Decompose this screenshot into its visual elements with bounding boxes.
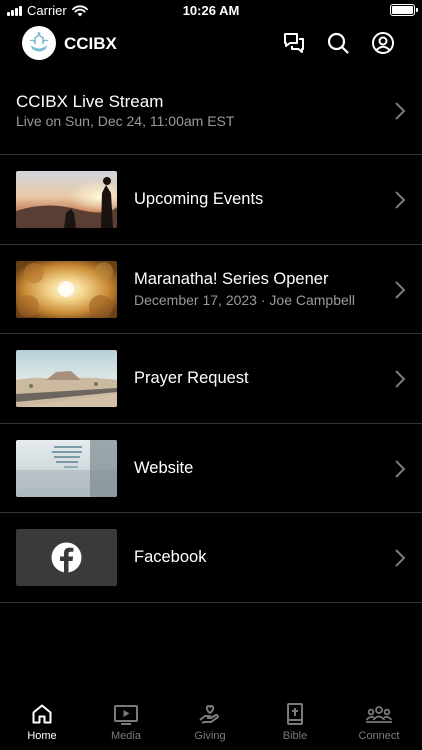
list-item-title: Prayer Request xyxy=(134,369,249,387)
list-item-title: Upcoming Events xyxy=(134,190,264,208)
live-stream-title: CCIBX Live Stream xyxy=(16,92,164,111)
list-item-title: Website xyxy=(134,458,194,477)
giving-hand-heart-icon xyxy=(199,705,219,724)
app-screen: Carrier 10:26 AM CCIBX CCIBX Live Stream… xyxy=(0,0,422,750)
tab-home[interactable]: Home xyxy=(0,702,84,750)
list-item-prayer-request[interactable]: Prayer Request xyxy=(0,334,422,424)
app-header: CCIBX xyxy=(0,24,422,64)
tab-connect[interactable]: Connect xyxy=(337,702,421,750)
bible-icon xyxy=(287,703,303,725)
clouds-light-thumbnail xyxy=(16,260,117,318)
tab-label: Home xyxy=(27,730,57,742)
tab-label: Media xyxy=(111,730,141,742)
tab-label: Giving xyxy=(194,730,226,742)
list-item-title: Maranatha! Series Opener xyxy=(134,269,329,288)
connect-people-icon xyxy=(365,706,393,723)
profile-icon[interactable] xyxy=(371,31,395,55)
tab-label: Bible xyxy=(282,730,308,742)
list-item-title: Facebook xyxy=(134,548,207,566)
list-item-website[interactable]: Website xyxy=(0,424,422,513)
list-item-upcoming-events[interactable]: Upcoming Events xyxy=(0,155,422,245)
media-play-icon xyxy=(114,705,138,725)
status-time: 10:26 AM xyxy=(182,3,240,18)
tab-bible[interactable]: Bible xyxy=(253,702,337,750)
chevron-right-icon xyxy=(395,370,406,388)
church-logo xyxy=(22,26,56,60)
facebook-logo-thumbnail xyxy=(16,529,117,586)
list-item-maranatha[interactable]: Maranatha! Series Opener December 17, 20… xyxy=(0,245,422,334)
church-logo-icon xyxy=(29,32,49,52)
home-icon xyxy=(32,704,52,724)
tab-giving[interactable]: Giving xyxy=(168,702,252,750)
live-stream-row[interactable]: CCIBX Live Stream Live on Sun, Dec 24, 1… xyxy=(0,64,422,155)
tab-label: Connect xyxy=(358,730,400,742)
search-icon[interactable] xyxy=(326,31,350,55)
lake-quote-thumbnail xyxy=(16,439,117,497)
desert-road-thumbnail xyxy=(16,350,117,407)
chevron-right-icon xyxy=(395,102,406,120)
status-bar: Carrier 10:26 AM xyxy=(0,0,422,22)
list-item-subtitle: December 17, 2023 · Joe Campbell xyxy=(134,291,356,308)
chevron-right-icon xyxy=(395,549,406,567)
bottom-tab-bar: Home Media Giving Bible Connect xyxy=(0,700,422,750)
sunset-people-thumbnail xyxy=(16,171,117,228)
content-list: CCIBX Live Stream Live on Sun, Dec 24, 1… xyxy=(0,64,422,603)
chat-icon[interactable] xyxy=(282,31,306,55)
battery-icon xyxy=(390,4,418,16)
chevron-right-icon xyxy=(395,459,406,478)
chevron-right-icon xyxy=(395,191,406,209)
live-stream-subtitle: Live on Sun, Dec 24, 11:00am EST xyxy=(16,113,235,129)
tab-media[interactable]: Media xyxy=(84,702,168,750)
list-item-facebook[interactable]: Facebook xyxy=(0,513,422,603)
app-title: CCIBX xyxy=(64,34,117,53)
chevron-right-icon xyxy=(395,280,406,299)
